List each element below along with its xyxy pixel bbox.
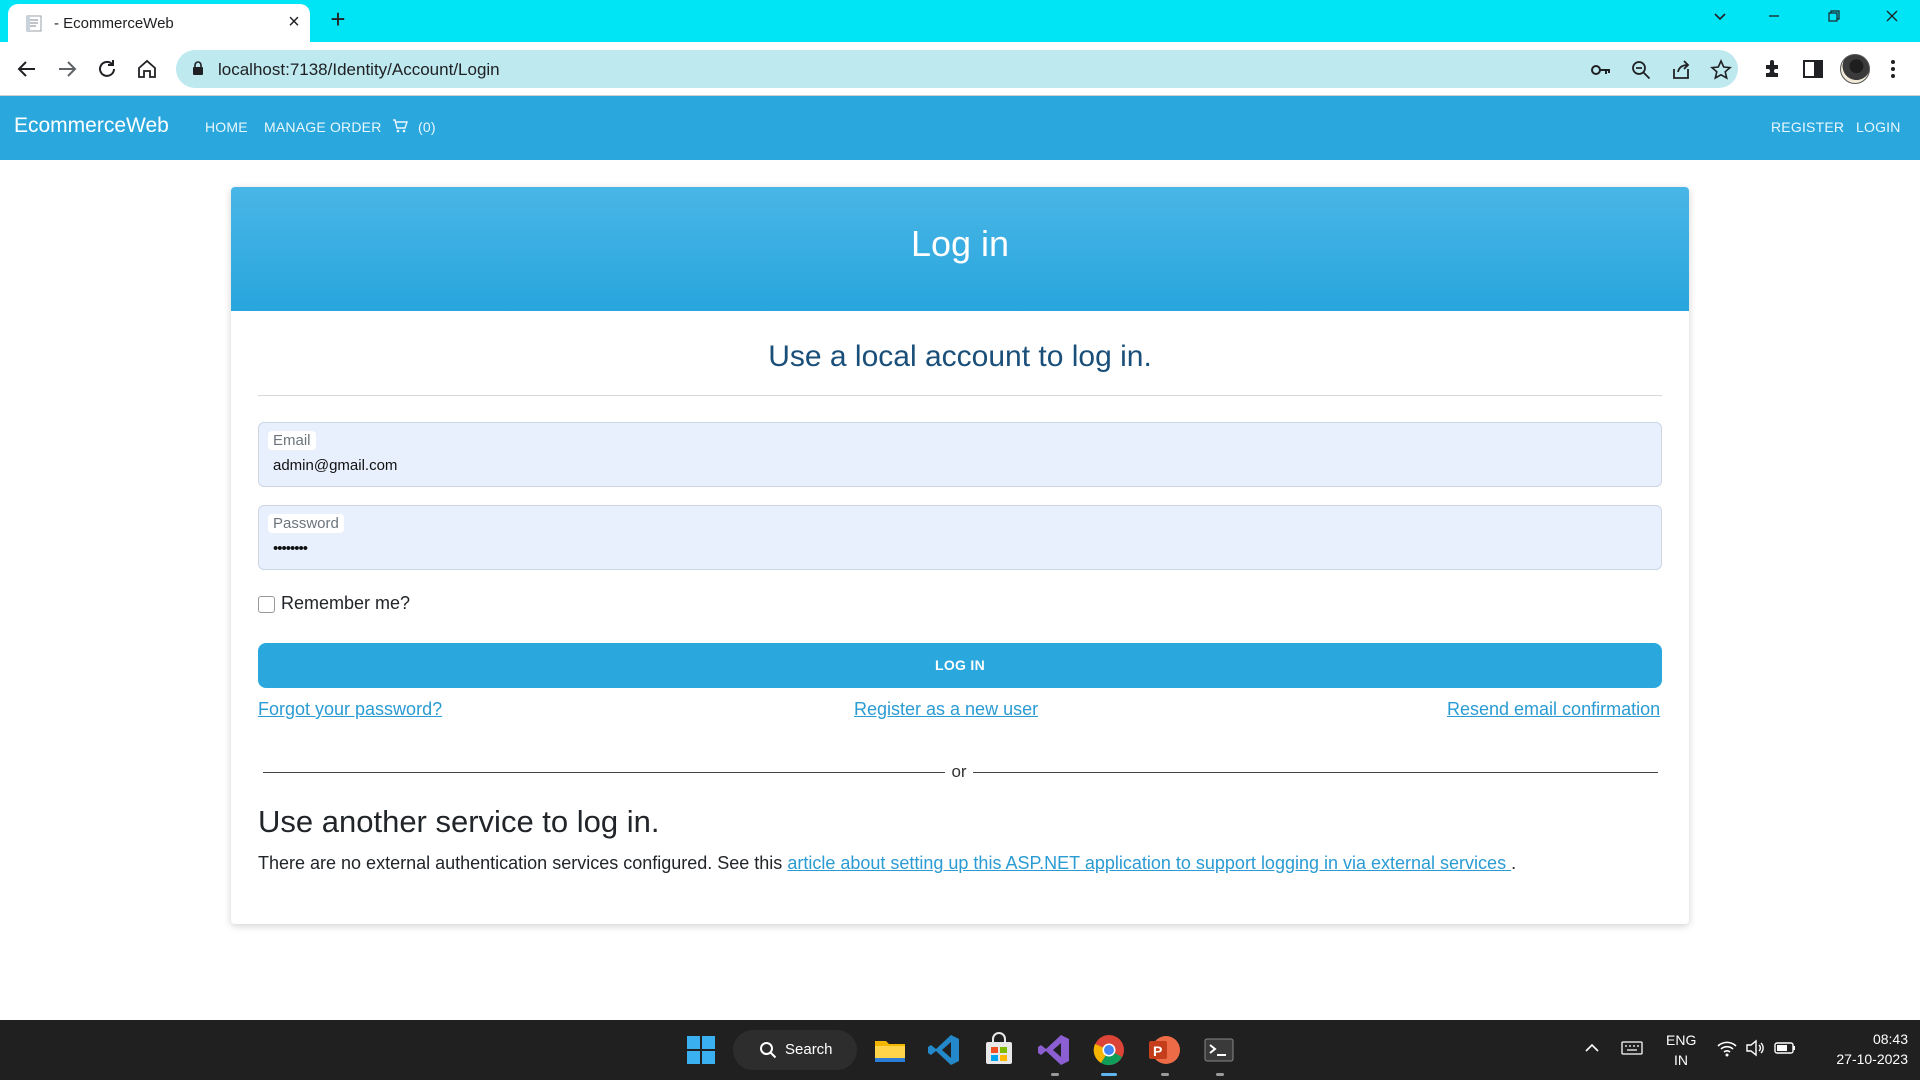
or-divider-right (973, 772, 1658, 773)
external-login-heading: Use another service to log in. (258, 804, 660, 839)
battery-icon[interactable] (1773, 1038, 1797, 1058)
external-services-article-link[interactable]: article about setting up this ASP.NET ap… (787, 853, 1511, 873)
clock-time[interactable]: 08:43 (1812, 1031, 1908, 1047)
url-text: localhost:7138/Identity/Account/Login (218, 60, 500, 79)
external-text-prefix: There are no external authentication ser… (258, 853, 788, 873)
email-field[interactable]: Email admin@gmail.com (258, 422, 1662, 487)
restore-icon[interactable] (1820, 8, 1848, 34)
microsoft-store-icon[interactable] (981, 1032, 1017, 1068)
keyboard-icon[interactable] (1620, 1038, 1644, 1058)
password-value[interactable]: •••••••• (273, 540, 873, 557)
nav-cart-count[interactable]: (0) (418, 119, 436, 135)
terminal-icon[interactable] (1201, 1032, 1237, 1068)
running-indicator (1216, 1073, 1224, 1076)
close-window-icon[interactable] (1878, 8, 1906, 34)
chrome-icon[interactable] (1091, 1032, 1127, 1068)
login-card: Log in Use a local account to log in. Em… (231, 187, 1689, 924)
tab-title: - EcommerceWeb (54, 15, 174, 32)
powerpoint-icon[interactable]: P (1146, 1032, 1182, 1068)
reload-icon[interactable] (92, 54, 122, 84)
zoom-icon[interactable] (1630, 59, 1652, 81)
lock-icon[interactable] (192, 61, 204, 81)
resend-confirmation-link[interactable]: Resend email confirmation (1447, 699, 1660, 720)
taskbar-search[interactable]: Search (733, 1030, 857, 1070)
password-field[interactable]: Password •••••••• (258, 505, 1662, 570)
register-link[interactable]: Register as a new user (854, 699, 1038, 720)
key-icon[interactable] (1590, 59, 1612, 81)
nav-register[interactable]: REGISTER (1771, 119, 1844, 135)
minimize-icon[interactable] (1760, 8, 1788, 34)
profile-avatar[interactable] (1840, 54, 1870, 84)
volume-icon[interactable] (1744, 1038, 1766, 1058)
clock-date[interactable]: 27-10-2023 (1812, 1051, 1908, 1067)
brand-logo[interactable]: EcommerceWeb (14, 114, 169, 138)
nav-manage-order[interactable]: MANAGE ORDER (264, 119, 382, 135)
new-tab-icon[interactable]: + (326, 6, 350, 32)
divider (258, 395, 1662, 396)
search-label: Search (785, 1041, 833, 1058)
wifi-icon[interactable] (1716, 1038, 1738, 1058)
site-navbar: EcommerceWeb HOME MANAGE ORDER (0) REGIS… (0, 96, 1920, 160)
visual-studio-icon[interactable] (1036, 1032, 1072, 1068)
page-favicon-icon (26, 15, 42, 32)
back-icon[interactable] (12, 54, 42, 84)
forward-icon[interactable] (52, 54, 82, 84)
search-icon (759, 1041, 777, 1064)
menu-icon[interactable] (1880, 56, 1906, 82)
close-tab-icon[interactable]: × (284, 12, 304, 32)
tab-search-chevron-icon[interactable] (1706, 8, 1734, 34)
forgot-password-link[interactable]: Forgot your password? (258, 699, 442, 720)
or-divider-left (263, 772, 945, 773)
address-bar[interactable]: localhost:7138/Identity/Account/Login (176, 50, 1738, 88)
share-icon[interactable] (1670, 59, 1692, 81)
local-account-heading: Use a local account to log in. (768, 340, 1152, 373)
browser-tab[interactable]: - EcommerceWeb × (8, 4, 310, 42)
taskbar: Search P ENG IN 08:43 27-10-2023 (0, 1020, 1920, 1080)
svg-text:P: P (1153, 1043, 1162, 1059)
home-icon[interactable] (132, 54, 162, 84)
active-indicator (1101, 1073, 1117, 1076)
password-label: Password (268, 514, 344, 533)
star-icon[interactable] (1710, 59, 1732, 81)
vscode-icon[interactable] (926, 1032, 962, 1068)
email-label: Email (268, 431, 316, 450)
or-text: or (951, 762, 967, 781)
login-button[interactable]: LOG IN (258, 643, 1662, 688)
windows-start-icon[interactable] (683, 1032, 719, 1068)
language-bottom[interactable]: IN (1666, 1052, 1696, 1068)
email-value[interactable]: admin@gmail.com (273, 457, 873, 474)
remember-me-checkbox[interactable] (258, 596, 275, 613)
external-text-suffix: . (1511, 853, 1517, 873)
language-top[interactable]: ENG (1666, 1032, 1696, 1048)
browser-tab-strip: - EcommerceWeb × + (0, 0, 1920, 42)
external-login-text: There are no external authentication ser… (258, 853, 1516, 874)
remember-me-label[interactable]: Remember me? (281, 593, 410, 614)
card-header: Log in (231, 187, 1689, 311)
running-indicator (1051, 1073, 1059, 1076)
sidebar-icon[interactable] (1800, 56, 1826, 82)
file-explorer-icon[interactable] (872, 1032, 908, 1068)
nav-login[interactable]: LOGIN (1856, 119, 1901, 135)
extensions-icon[interactable] (1760, 56, 1786, 82)
running-indicator (1161, 1073, 1169, 1076)
page-title: Log in (910, 223, 1010, 264)
nav-home[interactable]: HOME (205, 119, 248, 135)
chevron-up-icon[interactable] (1582, 1038, 1602, 1058)
browser-toolbar: localhost:7138/Identity/Account/Login (0, 42, 1920, 96)
cart-icon[interactable] (392, 118, 408, 139)
